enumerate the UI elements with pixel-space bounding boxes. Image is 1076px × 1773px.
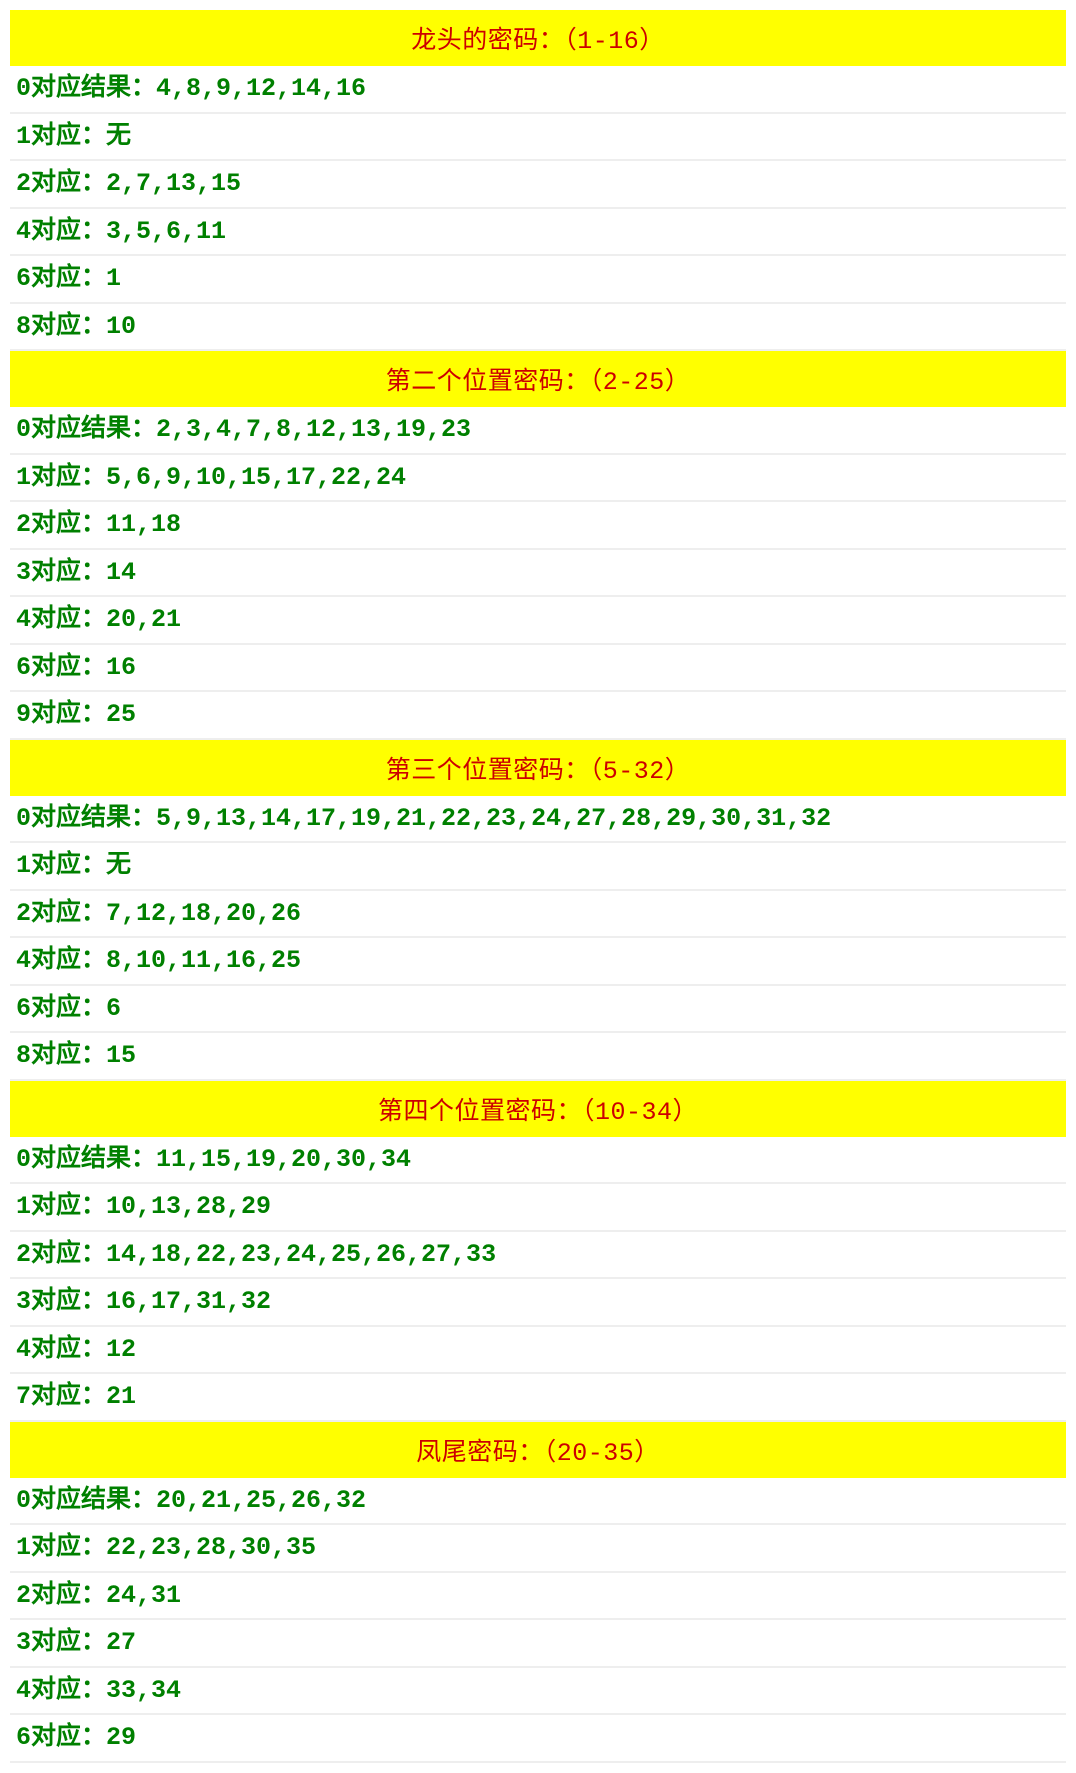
data-row: 2对应：14,18,22,23,24,25,26,27,33 bbox=[10, 1232, 1066, 1280]
data-row: 4对应：20,21 bbox=[10, 597, 1066, 645]
data-row: 7对应：21 bbox=[10, 1374, 1066, 1422]
data-row: 0对应结果：20,21,25,26,32 bbox=[10, 1478, 1066, 1526]
data-row: 4对应：12 bbox=[10, 1327, 1066, 1375]
data-row: 9对应：25 bbox=[10, 692, 1066, 740]
data-row: 2对应：2,7,13,15 bbox=[10, 161, 1066, 209]
section: 龙头的密码：（1-16）0对应结果：4,8,9,12,14,161对应：无2对应… bbox=[10, 10, 1066, 351]
data-row: 4对应：33,34 bbox=[10, 1668, 1066, 1716]
data-row: 1对应：10,13,28,29 bbox=[10, 1184, 1066, 1232]
section: 第二个位置密码：（2-25）0对应结果：2,3,4,7,8,12,13,19,2… bbox=[10, 351, 1066, 740]
data-row: 6对应：16 bbox=[10, 645, 1066, 693]
section: 凤尾密码：（20-35）0对应结果：20,21,25,26,321对应：22,2… bbox=[10, 1422, 1066, 1763]
data-row: 1对应：无 bbox=[10, 114, 1066, 162]
data-row: 0对应结果：4,8,9,12,14,16 bbox=[10, 66, 1066, 114]
data-row: 6对应：6 bbox=[10, 986, 1066, 1034]
section: 第四个位置密码：（10-34）0对应结果：11,15,19,20,30,341对… bbox=[10, 1081, 1066, 1422]
data-row: 0对应结果：5,9,13,14,17,19,21,22,23,24,27,28,… bbox=[10, 796, 1066, 844]
data-row: 4对应：8,10,11,16,25 bbox=[10, 938, 1066, 986]
data-row: 1对应：5,6,9,10,15,17,22,24 bbox=[10, 455, 1066, 503]
data-row: 1对应：无 bbox=[10, 843, 1066, 891]
data-row: 1对应：22,23,28,30,35 bbox=[10, 1525, 1066, 1573]
data-row: 6对应：29 bbox=[10, 1715, 1066, 1763]
data-row: 3对应：16,17,31,32 bbox=[10, 1279, 1066, 1327]
data-row: 2对应：7,12,18,20,26 bbox=[10, 891, 1066, 939]
data-row: 2对应：24,31 bbox=[10, 1573, 1066, 1621]
data-row: 2对应：11,18 bbox=[10, 502, 1066, 550]
section-header: 凤尾密码：（20-35） bbox=[10, 1422, 1066, 1478]
data-row: 8对应：10 bbox=[10, 304, 1066, 352]
section-header: 第四个位置密码：（10-34） bbox=[10, 1081, 1066, 1137]
code-table-container: 龙头的密码：（1-16）0对应结果：4,8,9,12,14,161对应：无2对应… bbox=[10, 10, 1066, 1763]
data-row: 6对应：1 bbox=[10, 256, 1066, 304]
data-row: 8对应：15 bbox=[10, 1033, 1066, 1081]
data-row: 3对应：27 bbox=[10, 1620, 1066, 1668]
section-header: 第三个位置密码：（5-32） bbox=[10, 740, 1066, 796]
data-row: 3对应：14 bbox=[10, 550, 1066, 598]
section: 第三个位置密码：（5-32）0对应结果：5,9,13,14,17,19,21,2… bbox=[10, 740, 1066, 1081]
data-row: 0对应结果：2,3,4,7,8,12,13,19,23 bbox=[10, 407, 1066, 455]
section-header: 第二个位置密码：（2-25） bbox=[10, 351, 1066, 407]
data-row: 4对应：3,5,6,11 bbox=[10, 209, 1066, 257]
data-row: 0对应结果：11,15,19,20,30,34 bbox=[10, 1137, 1066, 1185]
section-header: 龙头的密码：（1-16） bbox=[10, 10, 1066, 66]
